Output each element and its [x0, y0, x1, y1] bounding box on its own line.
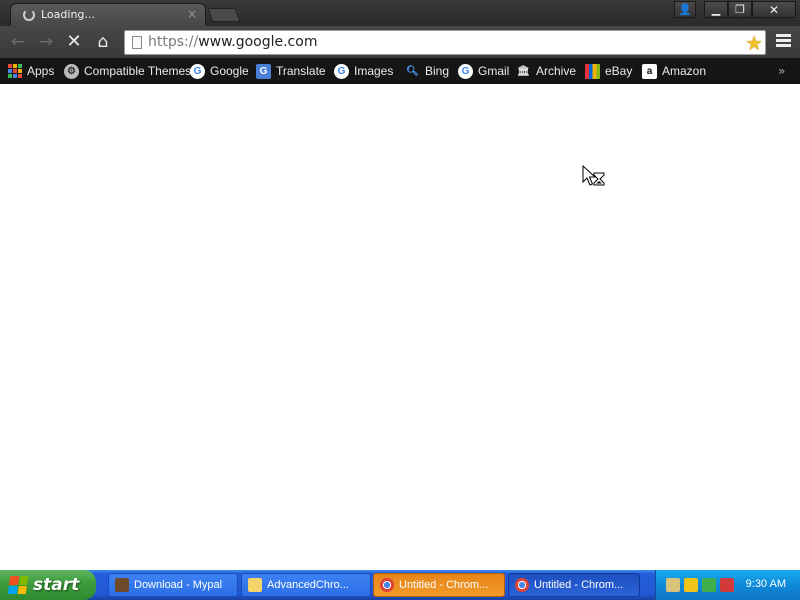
start-label: start	[33, 575, 80, 595]
bookmark-label: Translate	[276, 64, 326, 78]
bookmark-translate[interactable]: G Translate	[256, 62, 326, 80]
bookmark-label: Gmail	[478, 64, 510, 78]
address-bar[interactable]: https://www.google.com ★	[124, 30, 766, 55]
profile-button[interactable]: 👤	[674, 1, 696, 18]
bookmark-amazon[interactable]: a Amazon	[642, 62, 706, 80]
loading-spinner-icon	[23, 9, 35, 21]
bookmark-label: Images	[354, 64, 394, 78]
security-shield-icon[interactable]	[684, 578, 698, 592]
new-tab-button[interactable]	[207, 8, 241, 22]
bookmarks-bar: Apps ⚙ Compatible Themes G Google G Tran…	[0, 58, 800, 84]
google-icon: G	[190, 63, 205, 79]
bookmarks-overflow-icon[interactable]: »	[778, 64, 785, 78]
close-window-button[interactable]: ✕	[752, 1, 796, 18]
taskbar-button-chrome-2[interactable]: Untitled - Chrom...	[508, 573, 640, 597]
taskbar-button-label: Untitled - Chrom...	[534, 579, 624, 591]
bookmark-label: Archive	[536, 64, 577, 78]
chrome-icon	[380, 578, 394, 592]
minimize-button[interactable]: ▁	[704, 1, 728, 18]
windows-logo-icon	[7, 576, 29, 594]
bookmark-star-icon[interactable]: ★	[745, 31, 763, 55]
url-scheme: https://	[148, 34, 199, 50]
apps-grid-icon	[7, 63, 22, 79]
network-tray-icon[interactable]	[666, 578, 680, 592]
browser-tab[interactable]: Loading... ×	[10, 3, 206, 27]
menu-bar-line	[776, 34, 791, 37]
chrome-icon	[515, 578, 529, 592]
google-icon: G	[458, 63, 473, 79]
taskbar-button-folder[interactable]: AdvancedChro...	[241, 573, 371, 597]
taskbar-button-label: Download - Mypal	[134, 579, 223, 591]
menu-bar-line	[776, 39, 791, 42]
antivirus-shield-icon[interactable]	[720, 578, 734, 592]
bookmark-label: Amazon	[662, 64, 707, 78]
amazon-icon: a	[642, 63, 657, 79]
taskbar-button-mypal[interactable]: Download - Mypal	[108, 573, 238, 597]
start-button[interactable]: start	[0, 570, 96, 600]
translate-icon: G	[256, 63, 271, 79]
gear-icon: ⚙	[64, 63, 79, 79]
menu-bar-line	[776, 44, 791, 47]
bookmark-compatible-themes[interactable]: ⚙ Compatible Themes	[64, 62, 191, 80]
taskbar-button-chrome-1[interactable]: Untitled - Chrom...	[373, 573, 505, 597]
bookmark-label: eBay	[605, 64, 633, 78]
url-host: www.google.com	[198, 34, 318, 50]
forward-button[interactable]: →	[35, 32, 57, 52]
bookmark-label: Google	[210, 64, 249, 78]
back-button[interactable]: ←	[7, 32, 29, 52]
browser-titlebar: Loading... × 👤 ▁ ❐ ✕	[0, 0, 800, 27]
bookmark-bing[interactable]: 🔍︎ Bing	[405, 62, 449, 80]
home-button[interactable]: ⌂	[92, 32, 114, 52]
taskbar-button-label: AdvancedChro...	[267, 579, 349, 591]
bookmark-ebay[interactable]: eBay	[585, 62, 632, 80]
taskbar-button-label: Untitled - Chrom...	[399, 579, 489, 591]
update-tray-icon[interactable]	[702, 578, 716, 592]
page-content[interactable]	[0, 84, 800, 570]
restore-button[interactable]: ❐	[728, 1, 752, 18]
busy-cursor-icon	[582, 165, 605, 186]
google-icon: G	[334, 63, 349, 79]
bookmark-archive[interactable]: 🏛︎ Archive	[516, 62, 576, 80]
mypal-icon	[115, 578, 129, 592]
bookmark-label: Apps	[27, 64, 55, 78]
taskbar: start Download - Mypal AdvancedChro... U…	[0, 570, 800, 600]
bookmark-google[interactable]: G Google	[190, 62, 249, 80]
bookmark-gmail[interactable]: G Gmail	[458, 62, 509, 80]
tab-close-icon[interactable]: ×	[187, 7, 197, 21]
page-icon	[132, 36, 142, 49]
stop-loading-button[interactable]: ✕	[63, 32, 85, 52]
search-icon: 🔍︎	[406, 65, 419, 77]
bookmark-label: Compatible Themes	[84, 64, 192, 78]
tab-title: Loading...	[41, 8, 95, 21]
bookmark-label: Bing	[425, 64, 450, 78]
url-text[interactable]: https://www.google.com	[148, 34, 317, 50]
bookmark-apps[interactable]: Apps	[7, 62, 54, 80]
chrome-menu-button[interactable]	[774, 32, 794, 52]
taskbar-clock[interactable]: 9:30 AM	[746, 578, 786, 590]
folder-icon	[248, 578, 262, 592]
browser-toolbar: ← → ✕ ⌂ https://www.google.com ★	[0, 26, 800, 58]
bookmark-images[interactable]: G Images	[334, 62, 393, 80]
archive-icon: 🏛︎	[517, 65, 530, 77]
system-tray: 9:30 AM	[655, 570, 800, 600]
ebay-icon	[585, 63, 600, 79]
